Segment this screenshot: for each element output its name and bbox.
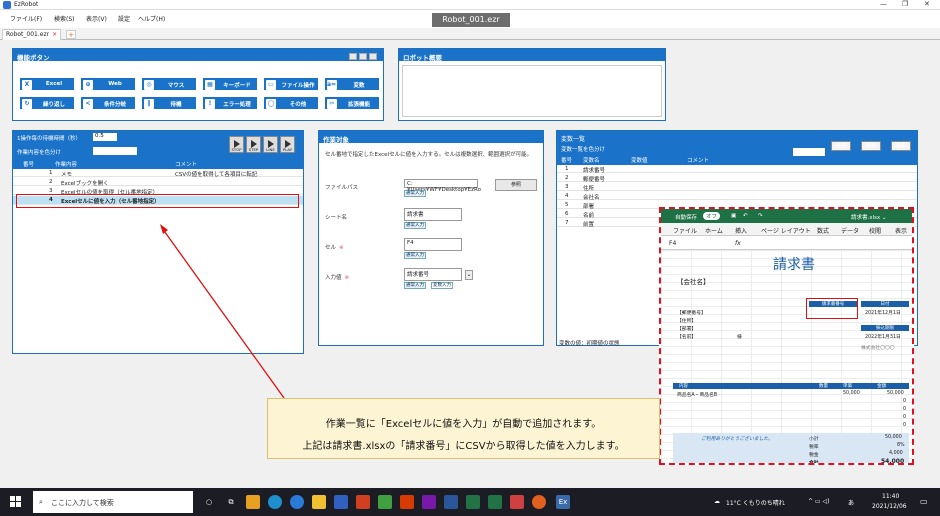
ribbon-formulas[interactable]: 数式 [817,226,829,235]
cortana-icon[interactable]: ○ [202,495,216,509]
seller-name: 株式会社〇〇〇 [861,346,895,351]
autosave-label: 自動保存 [675,215,698,221]
taskbar: ⌕ ここに入力して検索 ○ ⧉ Ex ☁ 11°C くもりのち晴れ ^ ▭ ◁)… [0,488,940,516]
search-icon: ⌕ [39,498,43,506]
app-icon-1[interactable] [246,495,260,509]
callout-line-1: 作業一覧に「Excelセルに値を入力」が自動で追加されます。 [325,419,602,430]
name-label: 【名前】 [677,335,697,340]
onenote-icon[interactable] [422,495,436,509]
ribbon-data[interactable]: データ [841,226,859,235]
ie-icon[interactable] [290,495,304,509]
honorific: 様 [737,335,742,340]
app-logo-icon [3,1,11,9]
excel-ribbon: ファイル ホーム 挿入 ページ レイアウト 数式 データ 校閲 表示 [661,223,912,236]
subtotal-value: 50,000 [885,435,902,440]
ribbon-insert[interactable]: 挿入 [735,226,747,235]
dept-label: 【部署】 [677,327,697,332]
add-tab-button[interactable]: + [66,30,76,39]
invoice-title: 請求書 [773,257,815,273]
due-value: 2022年1月31日 [865,335,901,340]
clock-time[interactable]: 11:40 [882,493,899,500]
notification-icon[interactable]: ▭ [920,497,928,506]
date-value: 2021年12月1日 [865,311,901,316]
ribbon-view[interactable]: 表示 [895,226,907,235]
maximize-button[interactable]: ❐ [902,0,908,8]
ribbon-home[interactable]: ホーム [705,226,723,235]
tab-label: Robot_001.ezr [6,31,50,38]
name-box[interactable]: F4 [669,240,676,247]
tab-close-icon[interactable]: × [52,31,57,38]
tab-bar: Robot_001.ezr × + [0,28,940,40]
company-label: 【会社名】 [677,278,710,286]
clock-date[interactable]: 2021/12/06 [872,503,907,510]
tab-robot-001[interactable]: Robot_001.ezr × [2,29,62,40]
windows-start-icon[interactable] [10,496,22,508]
excel-window: 自動保存 オフ ▣ ↶ ↷ 請求書.xlsx ⌄ ファイル ホーム 挿入 ページ… [659,207,914,465]
total-value: 54,000 [881,458,905,465]
excel-icon[interactable] [466,495,480,509]
ezrobot-taskbar-icon[interactable]: Ex [556,495,570,509]
word-icon[interactable] [444,495,458,509]
cloud-icon: ☁ [714,498,720,505]
minimize-button[interactable]: — [880,0,887,8]
menu-search[interactable]: 検索(S) [54,14,75,23]
save-icon[interactable]: ▣ [731,213,736,219]
menu-settings[interactable]: 設定 [118,14,130,23]
first-item: 商品名A・商品名B [677,393,718,398]
items-header: 内容 数量 単価 金額 [673,383,909,389]
menu-view[interactable]: 表示(V) [86,14,107,23]
close-window-button[interactable]: ✕ [924,0,930,8]
explanation-callout: 作業一覧に「Excelセルに値を入力」が自動で追加されます。 上記は請求書.xl… [267,398,660,459]
explorer-icon[interactable] [312,495,326,509]
first-unit-price: 50,000 [843,391,860,396]
undo-icon[interactable]: ↶ [743,213,748,219]
tax-rate-value: 8% [897,443,905,448]
date-header: 日付 [861,301,909,307]
app-icon-5[interactable] [510,495,524,509]
app-icon-4[interactable] [378,495,392,509]
menu-help[interactable]: ヘルプ(H) [138,14,165,23]
tray-icons[interactable]: ^ ▭ ◁) [808,498,829,505]
search-placeholder: ここに入力して検索 [51,499,114,507]
powerpoint-icon[interactable] [400,495,414,509]
ime-indicator[interactable]: あ [848,498,854,507]
menu-bar: ファイル(F) 検索(S) 表示(V) 設定 ヘルプ(H) [0,12,430,24]
task-view-icon[interactable]: ⧉ [224,495,238,509]
tax-value: 4,000 [889,451,903,456]
excel-filename: 請求書.xlsx ⌄ [851,215,887,221]
app-name: EzRobot [14,1,39,8]
ribbon-layout[interactable]: ページ レイアウト [761,226,811,235]
menu-file[interactable]: ファイル(F) [10,14,42,23]
zip-label: 【郵便番号】 [677,311,706,316]
excel-icon-2[interactable] [488,495,502,509]
app-icon-3[interactable] [356,495,370,509]
formula-bar: F4 fx [661,236,912,250]
autosave-toggle[interactable]: オフ [703,212,721,220]
edge-icon[interactable] [268,495,282,509]
excel-sheet: 請求書 【会社名】 請求書番号 日付 2021年12月1日 【郵便番号】 【住所… [661,250,912,463]
ribbon-review[interactable]: 校閲 [869,226,881,235]
weather-text[interactable]: 11°C くもりのち晴れ [726,498,785,507]
excel-titlebar: 自動保存 オフ ▣ ↶ ↷ 請求書.xlsx ⌄ [661,209,912,223]
target-cell-highlight [806,298,858,319]
callout-line-2: 上記は請求書.xlsxの「請求番号」にCSVから取得した値を入力します。 [302,441,625,452]
ribbon-file[interactable]: ファイル [673,226,697,235]
first-amount: 50,000 [887,391,904,396]
fx-icon: fx [735,240,741,247]
due-header: 振込期限 [861,325,909,331]
redo-icon[interactable]: ↷ [758,213,763,219]
taskbar-search[interactable]: ⌕ ここに入力して検索 [33,491,193,513]
firefox-icon[interactable] [532,495,546,509]
thanks-message: ご利用ありがとうございました。 [701,437,773,442]
address-label: 【住所】 [677,319,697,324]
app-icon-2[interactable] [334,495,348,509]
title-bar: EzRobot — ❐ ✕ [0,0,940,10]
document-title: Robot_001.ezr [432,13,510,27]
